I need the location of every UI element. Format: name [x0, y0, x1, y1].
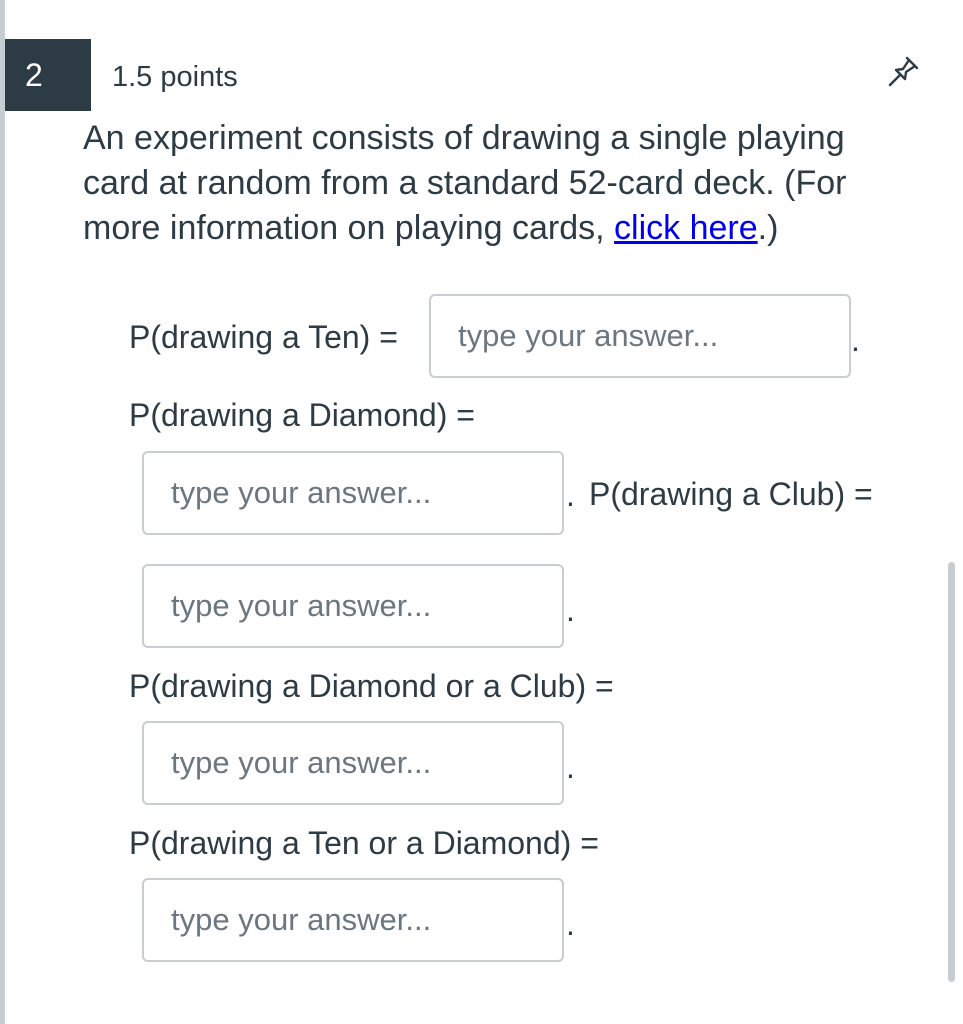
period-2: . [566, 477, 575, 513]
answer-diamond-or-club-input[interactable] [142, 721, 564, 805]
period-3: . [566, 592, 575, 628]
prompt-ten-or-diamond: P(drawing a Ten or a Diamond) = [129, 825, 599, 861]
prompt-diamond: P(drawing a Diamond) = [129, 397, 475, 433]
prompt-ten: P(drawing a Ten) = [129, 319, 398, 355]
question-text: An experiment consists of drawing a sing… [83, 116, 903, 251]
answer-club-input[interactable] [142, 564, 564, 648]
playing-cards-link[interactable]: click here [614, 209, 758, 247]
answer-diamond-input[interactable] [142, 451, 564, 535]
prompt-club: P(drawing a Club) = [589, 476, 873, 512]
prompt-diamond-or-club: P(drawing a Diamond or a Club) = [129, 668, 614, 704]
answer-ten-or-diamond-input[interactable] [142, 878, 564, 962]
period-5: . [566, 906, 575, 942]
period-4: . [566, 749, 575, 785]
question-points: 1.5 points [112, 61, 238, 93]
question-text-end: .) [757, 209, 779, 247]
answer-ten-input[interactable] [429, 294, 851, 378]
left-border [0, 0, 5, 1024]
period-1: . [851, 322, 860, 358]
scrollbar[interactable] [948, 562, 955, 982]
question-number: 2 [25, 56, 43, 93]
pin-icon[interactable] [883, 52, 923, 92]
question-number-badge: 2 [5, 39, 91, 111]
